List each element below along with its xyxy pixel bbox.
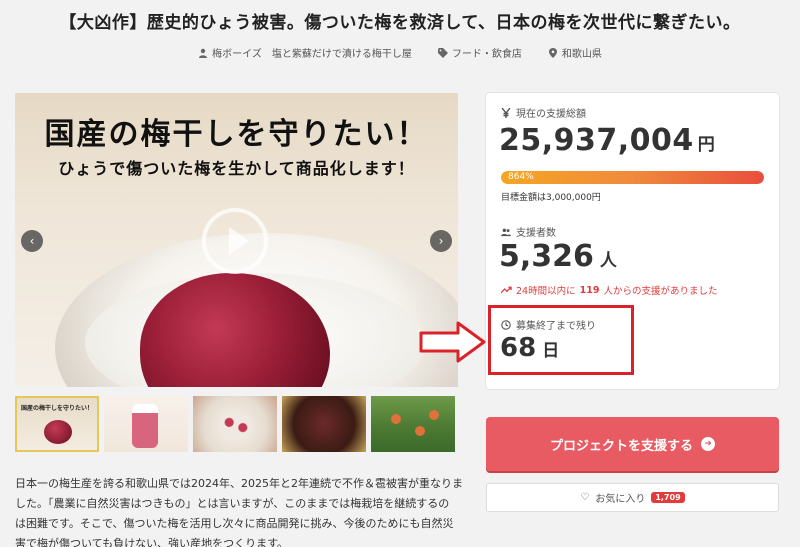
chevron-left-icon: ‹ <box>29 234 35 248</box>
description-line: した。「農業に自然災害はつきもの」とは言いますが、このままでは梅栽培を継続するの <box>15 497 450 510</box>
description-line: 害で梅が傷ついても負けない、強い産地をつくります。 <box>15 537 289 547</box>
thumbnail-caption: 国産の梅干しを守りたい！ <box>20 405 93 412</box>
supporters-number: 5,326 <box>499 239 594 274</box>
play-icon <box>229 227 249 255</box>
ume-fruit-image <box>429 410 439 420</box>
favorite-button[interactable]: ♡ お気に入り 1,709 <box>486 483 779 512</box>
heart-icon: ♡ <box>580 492 590 503</box>
project-title: 【大凶作】歴史的ひょう被害。傷ついた梅を救済して、日本の梅を次世代に繋ぎたい。 <box>59 13 741 33</box>
arrow-right-icon: ➜ <box>701 437 715 451</box>
support-button-label: プロジェクトを支援する <box>549 438 693 454</box>
thumbnail-strip: 国産の梅干しを守りたい！ <box>15 396 458 452</box>
total-label: 現在の支援総額 <box>516 109 586 120</box>
thumbnail-5[interactable] <box>371 396 455 452</box>
trending-up-icon <box>501 286 512 294</box>
prev-slide-button[interactable]: ‹ <box>21 230 43 252</box>
hero-subheadline: ひょうで傷ついた梅を生かして商品化します！ <box>58 159 415 178</box>
favorite-label: お気に入り <box>595 494 646 505</box>
tag-icon <box>437 47 448 58</box>
ume-fruit-image <box>391 414 401 424</box>
support-project-button[interactable]: プロジェクトを支援する ➜ <box>486 417 779 471</box>
total-amount-unit: 円 <box>697 135 716 155</box>
description-line: 日本一の梅生産を誇る和歌山県では2024年、2025年と2年連続で不作＆雹被害が… <box>15 477 463 490</box>
hero-headline: 国産の梅干しを守りたい！ <box>44 117 429 152</box>
person-icon <box>199 48 208 58</box>
location-name: 和歌山県 <box>561 49 602 60</box>
total-amount: 25,937,004 円 <box>499 123 715 158</box>
favorite-count-badge: 1,709 <box>651 492 685 503</box>
goal-amount: 目標金額は3,000,000円 <box>501 193 601 203</box>
supporters-count: 5,326 人 <box>499 239 617 274</box>
chevron-right-icon: › <box>438 234 444 248</box>
supporters-label: 支援者数 <box>516 228 556 239</box>
supporters-unit: 人 <box>599 251 617 271</box>
progress-bar <box>501 171 764 184</box>
yen-icon <box>501 107 511 118</box>
thumbnail-2[interactable] <box>104 396 188 452</box>
umeboshi-thumb-image <box>44 420 72 444</box>
category-link[interactable]: フード・飲食店 <box>437 45 522 60</box>
recent-suffix: 人からの支援がありました <box>603 286 718 297</box>
thumbnail-1[interactable]: 国産の梅干しを守りたい！ <box>15 396 99 452</box>
description-line: は困難です。そこで、傷ついた梅を活用し次々に商品開発に挑み、今後のためにも自然災 <box>15 517 454 530</box>
recent-count: 119 <box>579 284 600 296</box>
bottle-image <box>132 404 158 448</box>
category-name: フード・飲食店 <box>451 49 522 60</box>
progress-percent: 864% <box>508 172 534 182</box>
recent-prefix: 24時間以内に <box>516 286 576 297</box>
users-icon <box>501 228 511 236</box>
dish-image <box>219 412 253 438</box>
hero-slideshow[interactable]: 国産の梅干しを守りたい！ ひょうで傷ついた梅を生かして商品化します！ ‹ › <box>15 93 458 387</box>
total-amount-number: 25,937,004 <box>499 123 694 158</box>
location-link[interactable]: 和歌山県 <box>548 45 602 60</box>
owner-link[interactable]: 梅ボーイズ 塩と紫蘇だけで漬ける梅干し屋 <box>198 45 412 60</box>
highlight-annotation-box <box>488 305 634 375</box>
thumbnail-3[interactable] <box>193 396 277 452</box>
project-page: 【大凶作】歴史的ひょう被害。傷ついた梅を救済して、日本の梅を次世代に繋ぎたい。 … <box>0 0 800 547</box>
progress-bar-fill <box>501 171 764 184</box>
thumbnail-4[interactable] <box>282 396 366 452</box>
project-meta: 梅ボーイズ 塩と紫蘇だけで漬ける梅干し屋 フード・飲食店 和歌山県 <box>0 45 800 60</box>
next-slide-button[interactable]: › <box>430 230 452 252</box>
total-label-row: 現在の支援総額 <box>501 105 586 120</box>
location-pin-icon <box>548 47 557 58</box>
supporters-label-row: 支援者数 <box>501 224 556 239</box>
project-description: 日本一の梅生産を誇る和歌山県では2024年、2025年と2年連続で不作＆雹被害が… <box>15 474 465 547</box>
annotation-arrow-icon <box>419 321 486 363</box>
recent-supporters-notice: 24時間以内に 119 人からの支援がありました <box>501 283 717 297</box>
ume-fruit-image <box>415 426 425 436</box>
owner-name: 梅ボーイズ 塩と紫蘇だけで漬ける梅干し屋 <box>212 49 412 60</box>
